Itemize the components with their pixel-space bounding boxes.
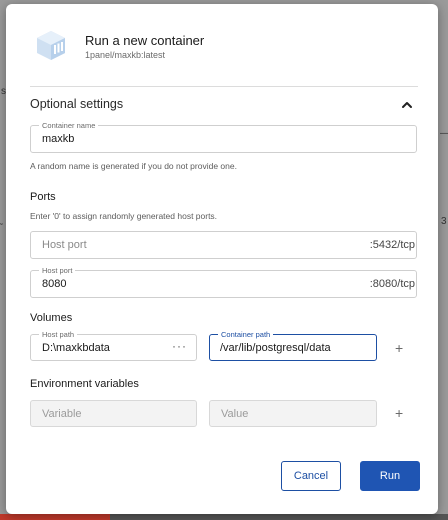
container-name-hint: A random name is generated if you do not… xyxy=(30,161,237,171)
container-port-label: :8080/tcp xyxy=(369,278,415,290)
env-value-input[interactable]: Value xyxy=(209,400,377,427)
host-port-input[interactable]: Host port 8080 :8080/tcp xyxy=(30,266,417,298)
host-path-label: Host path xyxy=(39,330,78,339)
ports-hint: Enter '0' to assign randomly generated h… xyxy=(30,211,218,221)
add-env-plus-icon[interactable]: + xyxy=(395,406,403,420)
env-value-placeholder: Value xyxy=(221,408,249,420)
more-dots-icon[interactable]: ··· xyxy=(172,339,187,353)
image-name: 1panel/maxkb:latest xyxy=(85,50,166,60)
environment-variables-title: Environment variables xyxy=(30,378,139,390)
ports-title: Ports xyxy=(30,191,56,203)
host-port-label: Host port xyxy=(39,266,76,275)
host-port-placeholder: Host port xyxy=(42,239,87,251)
container-path-value: /var/lib/postgresql/data xyxy=(220,342,331,354)
container-path-label: Container path xyxy=(218,330,274,339)
container-name-value: maxkb xyxy=(42,133,75,145)
run-container-dialog: Run a new container 1panel/maxkb:latest … xyxy=(6,4,438,514)
cancel-button[interactable]: Cancel xyxy=(281,461,341,491)
container-path-field[interactable]: Container path /var/lib/postgresql/data xyxy=(209,330,377,361)
dialog-title: Run a new container xyxy=(85,33,205,48)
taskbar-highlight xyxy=(0,514,110,520)
host-path-value: D:\maxkbdata xyxy=(42,342,110,354)
host-port-input[interactable]: Host port :5432/tcp xyxy=(30,231,417,259)
chevron-up-icon[interactable] xyxy=(400,98,414,112)
host-port-value: 8080 xyxy=(42,278,67,290)
run-button[interactable]: Run xyxy=(360,461,420,491)
add-volume-plus-icon[interactable]: + xyxy=(395,341,403,355)
docker-container-icon xyxy=(37,31,65,60)
taskbar-strip xyxy=(0,514,448,520)
background-text: 3 xyxy=(441,216,447,227)
dialog-header: Run a new container 1panel/maxkb:latest xyxy=(6,4,438,84)
background-text: — xyxy=(440,128,448,139)
volumes-title: Volumes xyxy=(30,312,73,324)
container-port-label: :5432/tcp xyxy=(369,239,415,251)
container-name-field[interactable]: Container name maxkb xyxy=(30,121,417,153)
container-name-label: Container name xyxy=(39,121,99,130)
header-divider xyxy=(30,86,418,87)
env-variable-placeholder: Variable xyxy=(42,408,82,420)
optional-settings-title: Optional settings xyxy=(30,97,124,111)
host-path-field[interactable]: Host path D:\maxkbdata ··· xyxy=(30,330,197,361)
env-variable-input[interactable]: Variable xyxy=(30,400,197,427)
